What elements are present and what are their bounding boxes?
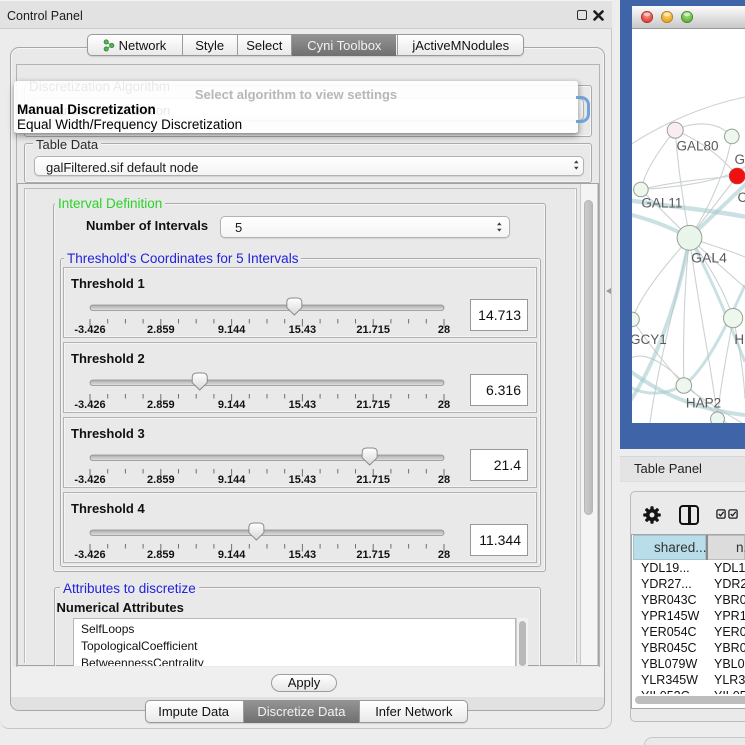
svg-text:HAP2: HAP2 [686,396,721,411]
svg-text:GAL11: GAL11 [641,195,682,210]
svg-text:C: C [738,190,745,205]
svg-text:GAL80: GAL80 [677,139,719,154]
svg-text:H: H [734,332,744,347]
svg-text:GCY1: GCY1 [632,332,667,347]
svg-text:GAL4: GAL4 [691,250,727,266]
svg-text:G...: G... [735,152,745,167]
